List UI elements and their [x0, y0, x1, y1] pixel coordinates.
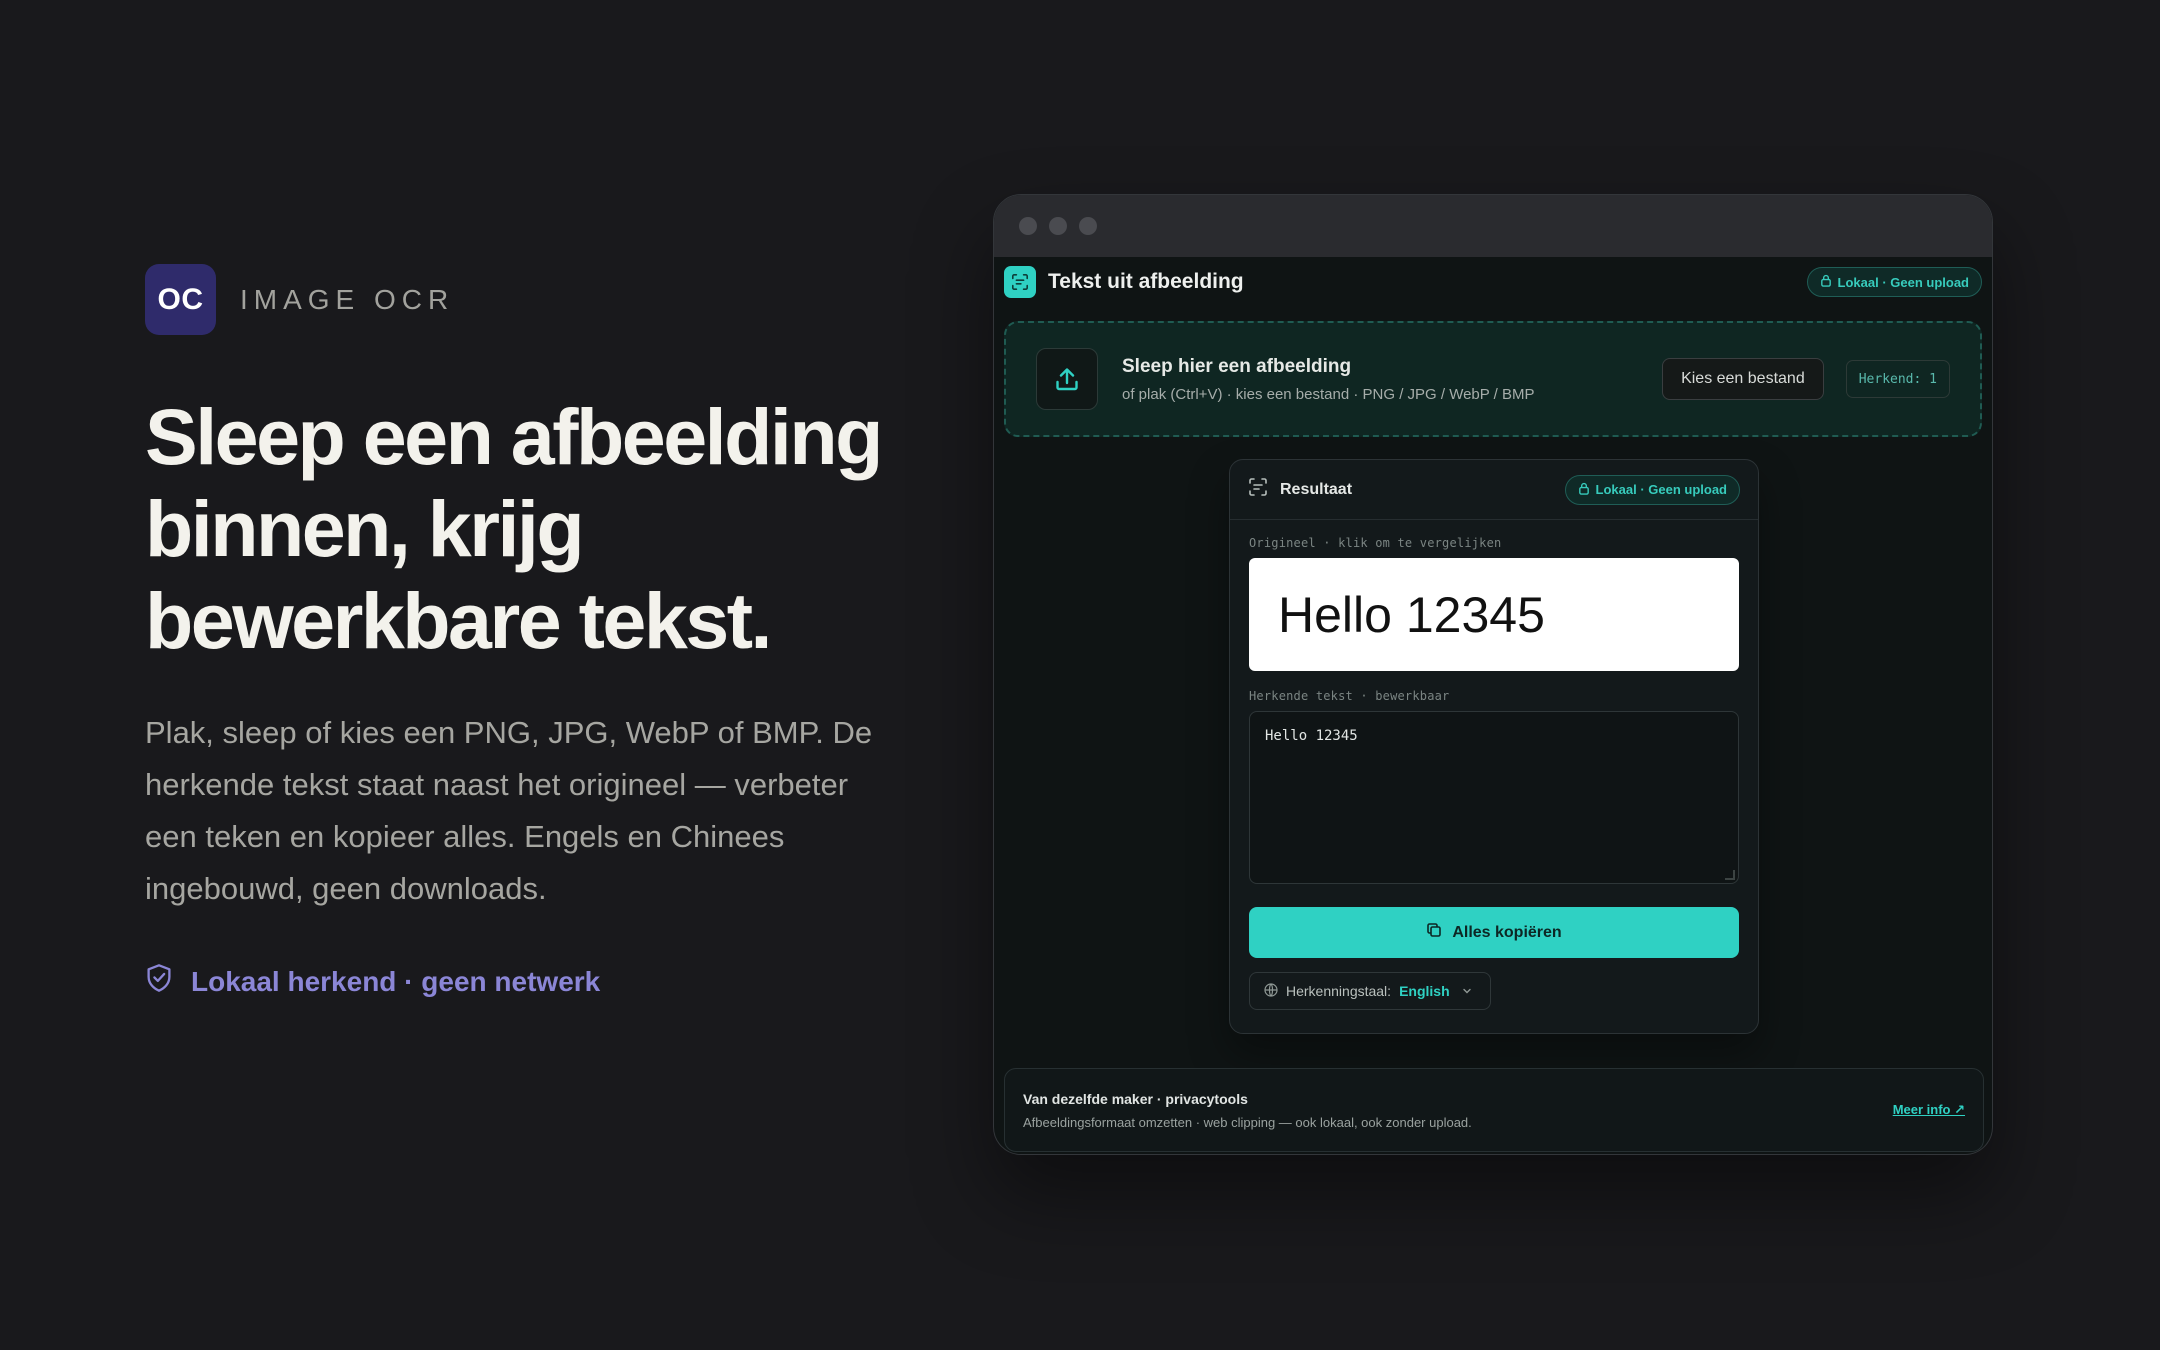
globe-icon — [1264, 982, 1278, 1000]
brand-name: IMAGE OCR — [240, 283, 455, 315]
privacy-badge-label: Lokaal · Geen upload — [1837, 274, 1969, 290]
original-label: Origineel · klik om te vergelijken — [1249, 536, 1502, 550]
copy-all-label: Alles kopiëren — [1452, 923, 1562, 941]
result-card: Resultaat Lokaal · Geen upload Origineel… — [1229, 459, 1759, 1034]
more-info-link[interactable]: Meer info ↗ — [1893, 1102, 1965, 1118]
resize-handle[interactable] — [1725, 870, 1735, 880]
copy-icon — [1426, 922, 1442, 943]
choose-file-button[interactable]: Kies een bestand — [1662, 358, 1824, 400]
recognized-label: Herkende tekst · bewerkbaar — [1249, 689, 1450, 703]
recognized-text: Hello 12345 — [1265, 728, 1358, 744]
original-image-preview[interactable]: Hello 12345 — [1249, 558, 1739, 671]
window-titlebar — [994, 195, 1992, 257]
trust-label: Lokaal herkend · geen netwerk — [191, 965, 601, 997]
window-close-dot[interactable] — [1019, 217, 1037, 235]
app-window: Tekst uit afbeelding Lokaal · Geen uploa… — [993, 194, 1993, 1155]
image-dropzone[interactable]: Sleep hier een afbeelding of plak (Ctrl+… — [1004, 321, 1982, 437]
language-select[interactable]: Herkenningstaal: English — [1249, 972, 1491, 1010]
language-label: Herkenningstaal: — [1286, 983, 1392, 999]
result-title-group: Resultaat — [1248, 477, 1352, 502]
scan-icon — [1004, 266, 1036, 298]
app-header: Tekst uit afbeelding Lokaal · Geen uploa… — [994, 257, 1992, 307]
related-tools-title: Van dezelfde maker · privacytools — [1023, 1090, 1248, 1107]
original-image-text: Hello 12345 — [1278, 586, 1545, 643]
result-body: Origineel · klik om te vergelijken Hello… — [1230, 520, 1758, 1010]
dropzone-text: Sleep hier een afbeelding of plak (Ctrl+… — [1122, 356, 1662, 403]
result-badge-label: Lokaal · Geen upload — [1595, 482, 1727, 497]
privacy-badge: Lokaal · Geen upload — [1806, 267, 1982, 297]
app-title: Tekst uit afbeelding — [1048, 270, 1244, 293]
dropzone-title: Sleep hier een afbeelding — [1122, 355, 1352, 377]
recognized-text-area[interactable]: Hello 12345 — [1249, 711, 1739, 884]
app-title-group: Tekst uit afbeelding — [1004, 266, 1244, 298]
shield-check-icon — [145, 963, 173, 1000]
copy-all-button[interactable]: Alles kopiëren — [1249, 907, 1739, 958]
trust-note: Lokaal herkend · geen netwerk — [145, 963, 905, 1000]
result-title: Resultaat — [1280, 480, 1353, 498]
related-tools-text: Van dezelfde maker · privacytools Afbeel… — [1023, 1091, 1472, 1130]
chevron-down-icon — [1458, 983, 1472, 999]
brand: OC IMAGE OCR — [145, 264, 905, 335]
upload-icon[interactable] — [1036, 348, 1098, 410]
lock-icon — [1578, 482, 1590, 498]
recognized-counter: Herkend: 1 — [1845, 360, 1950, 398]
related-tools-subtitle: Afbeeldingsformaat omzetten · web clippi… — [1023, 1114, 1472, 1130]
result-header: Resultaat Lokaal · Geen upload — [1230, 460, 1758, 520]
window-maximize-dot[interactable] — [1079, 217, 1097, 235]
dropzone-subtitle: of plak (Ctrl+V) · kies een bestand · PN… — [1122, 385, 1535, 403]
scan-icon — [1248, 477, 1268, 502]
hero-headline: Sleep een afbeelding binnen, krijg bewer… — [145, 392, 883, 665]
result-privacy-badge: Lokaal · Geen upload — [1564, 474, 1740, 505]
window-minimize-dot[interactable] — [1049, 217, 1067, 235]
hero-description: Plak, sleep of kies een PNG, JPG, WebP o… — [145, 715, 873, 906]
brand-logo: OC — [145, 264, 216, 335]
hero-section: OC IMAGE OCR Sleep een afbeelding binnen… — [145, 264, 905, 1000]
related-tools-card: Van dezelfde maker · privacytools Afbeel… — [1004, 1068, 1984, 1152]
language-value: English — [1399, 983, 1450, 999]
lock-icon — [1820, 274, 1832, 290]
